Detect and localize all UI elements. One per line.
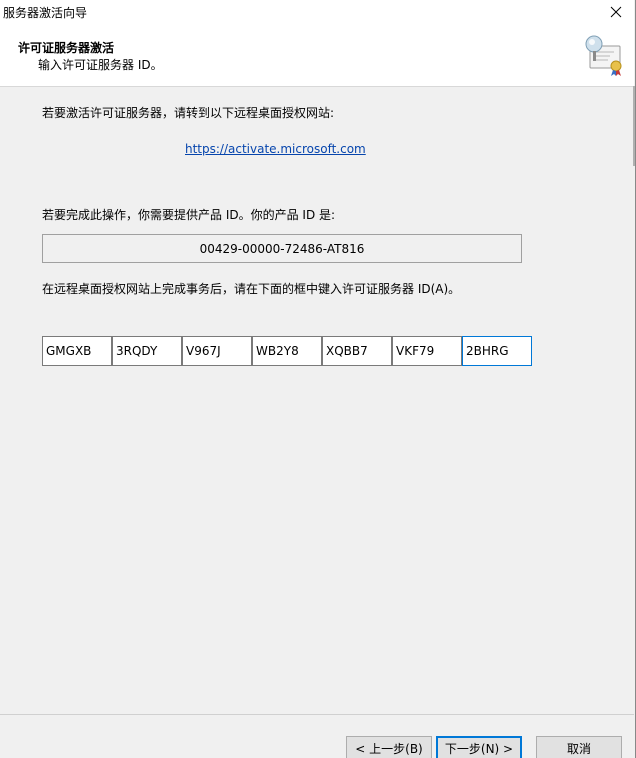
footer-divider xyxy=(0,714,634,715)
window-edge xyxy=(633,86,635,166)
license-key-field-5[interactable] xyxy=(322,336,392,366)
license-key-field-7[interactable] xyxy=(462,336,532,366)
license-key-field-2[interactable] xyxy=(112,336,182,366)
wizard-header: 许可证服务器激活 输入许可证服务器 ID。 xyxy=(0,24,634,87)
next-button[interactable]: 下一步(N) > xyxy=(436,736,522,758)
back-button[interactable]: < 上一步(B) xyxy=(346,736,432,758)
license-key-field-3[interactable] xyxy=(182,336,252,366)
intro-text: 若要激活许可证服务器，请转到以下远程桌面授权网站: xyxy=(42,106,335,120)
product-id-display: 00429-00000-72486-AT816 xyxy=(42,234,522,263)
title-bar: 服务器激活向导 xyxy=(0,0,634,24)
product-id-label: 若要完成此操作，你需要提供产品 ID。你的产品 ID 是: xyxy=(42,208,336,222)
license-key-field-1[interactable] xyxy=(42,336,112,366)
certificate-icon xyxy=(585,35,622,76)
product-id-value: 00429-00000-72486-AT816 xyxy=(199,241,365,256)
window-title: 服务器激活向导 xyxy=(3,6,88,20)
activation-wizard-window: 服务器激活向导 许可证服务器激活 输入许可证服务器 ID。 若要激活许可证服务器… xyxy=(0,0,636,758)
license-key-field-4[interactable] xyxy=(252,336,322,366)
activation-website-link[interactable]: https://activate.microsoft.com xyxy=(185,142,366,156)
close-button[interactable] xyxy=(598,0,634,24)
license-key-row xyxy=(42,336,532,366)
header-title: 许可证服务器激活 xyxy=(18,41,115,55)
license-key-field-6[interactable] xyxy=(392,336,462,366)
instruction-text: 在远程桌面授权网站上完成事务后，请在下面的框中键入许可证服务器 ID(A)。 xyxy=(42,282,461,296)
close-icon xyxy=(610,6,622,18)
header-subtitle: 输入许可证服务器 ID。 xyxy=(38,58,163,72)
cancel-button[interactable]: 取消 xyxy=(536,736,622,758)
